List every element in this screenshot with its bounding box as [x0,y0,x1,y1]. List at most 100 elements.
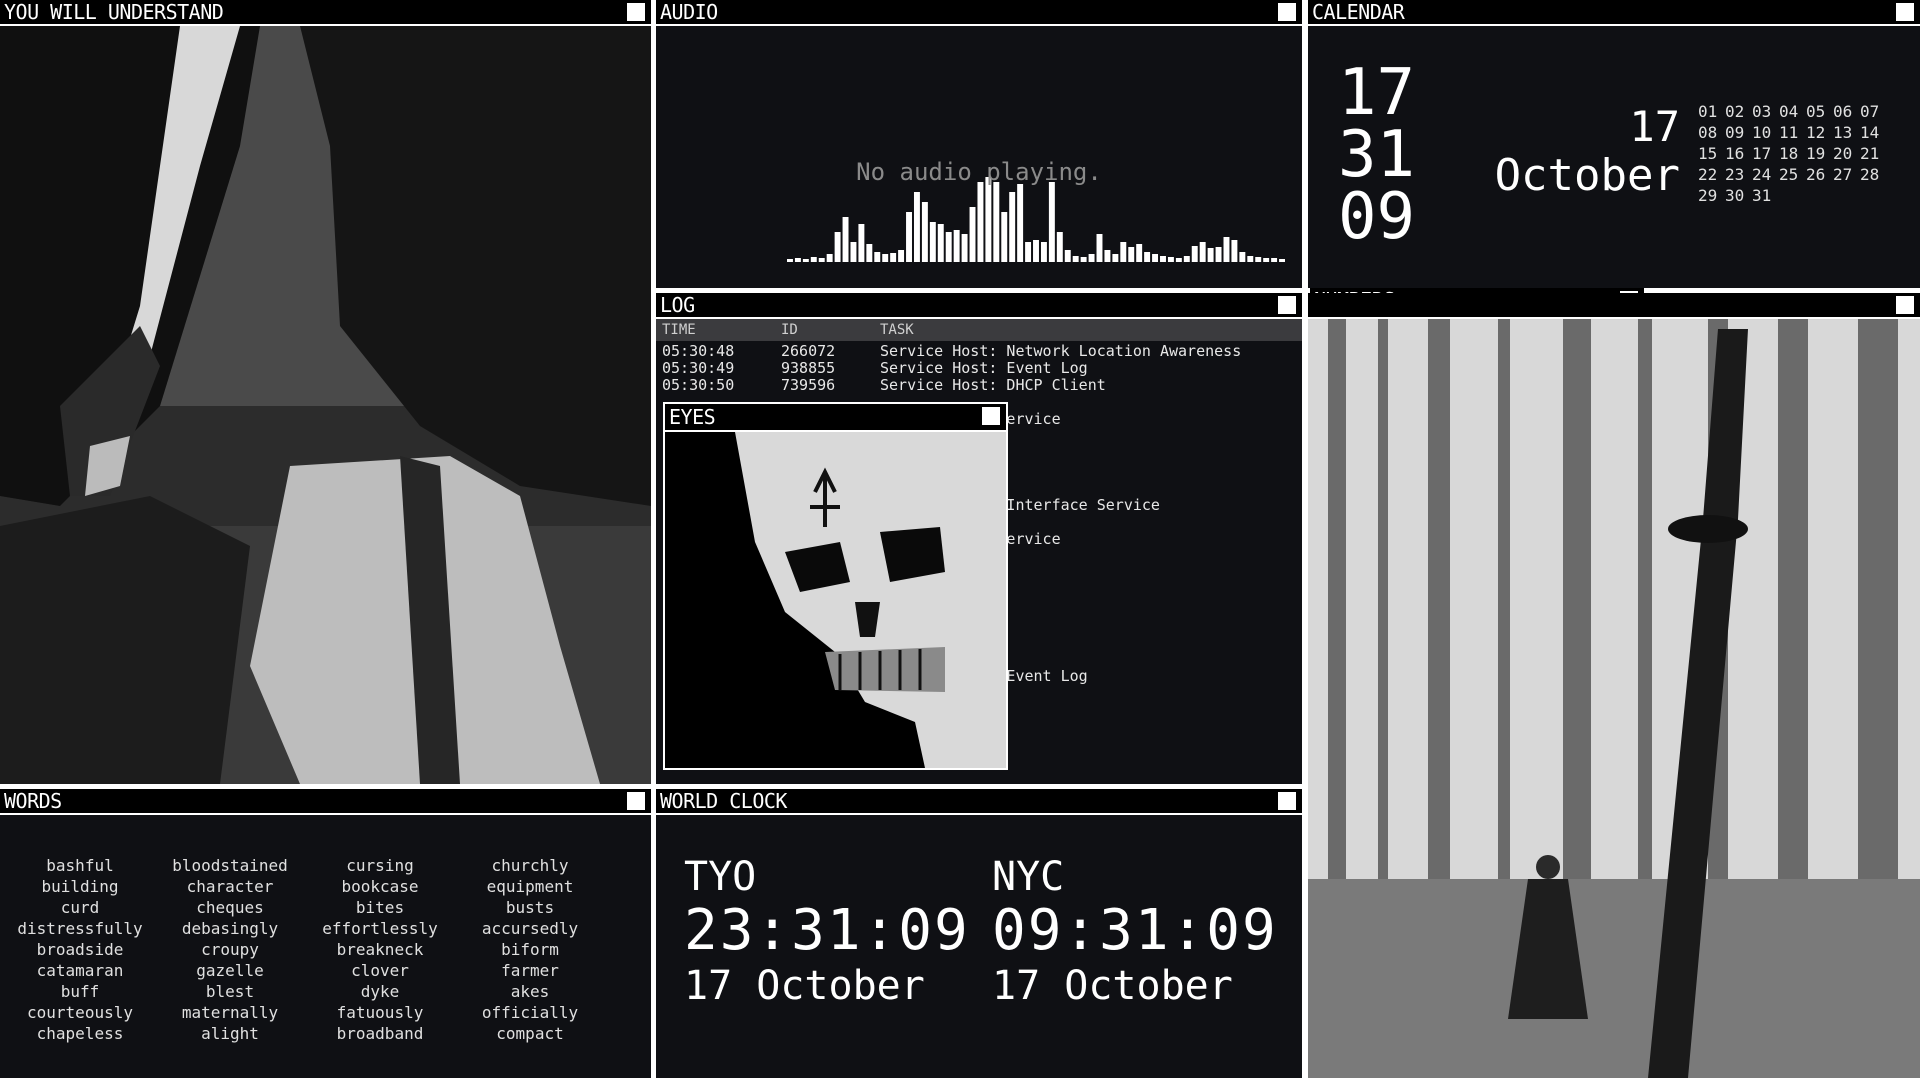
words-column: bashful building curd distressfully broadsid… [5,855,155,1044]
calendar-day-cell[interactable]: 28 [1860,164,1887,185]
close-box-icon[interactable] [1278,3,1296,21]
calendar-day-cell[interactable]: 18 [1779,143,1806,164]
calendar-day-cell[interactable]: 29 [1698,185,1725,206]
panel-title-bar[interactable]: LOG [656,293,1302,319]
close-box-icon[interactable] [1896,296,1914,314]
audio-bar [1128,247,1135,262]
calendar-days-grid: 01 02 03 04 05 06 07 08 09 10 11 12 13 14 15 16 17 18 19 20… [1698,101,1887,206]
audio-bar [993,182,1000,262]
panel-title: EYES [669,405,716,429]
calendar-day-cell[interactable]: 27 [1833,164,1860,185]
close-box-icon[interactable] [627,792,645,810]
word-item: building [41,877,119,896]
calendar-day-cell[interactable]: 07 [1860,101,1887,122]
calendar-day-cell[interactable]: 05 [1806,101,1833,122]
audio-bar [1160,256,1166,262]
words-column: churchly equipment busts accursedly biform fa… [455,855,605,1044]
audio-bar [1239,252,1246,262]
word-item: debasingly [181,919,279,938]
panel-title-bar[interactable]: WORLD CLOCK [656,789,1302,815]
panel-title-bar[interactable]: YOU WILL UNDERSTAND [0,0,651,26]
world-clock-tyo: TYO 23:31:09 17 October [684,853,970,1011]
word-item: croupy [201,940,259,959]
calendar-day-cell[interactable]: 23 [1725,164,1752,185]
word-item: farmer [501,961,559,980]
audio-bar [1072,256,1079,262]
word-item: chapeless [36,1024,124,1043]
panel-title-bar[interactable]: AUDIO [656,0,1302,26]
zone-time: 09:31:09 [992,898,1278,963]
word-item: officially [481,1003,579,1022]
forest-samurai-image [1308,319,1920,1078]
zone-code: NYC [992,854,1065,900]
word-item: blest [205,982,255,1001]
words-column: cursing bookcase bites effortlessly breaknec… [305,855,455,1044]
word-item: catamaran [36,961,124,980]
word-item: bookcase [341,877,419,896]
calendar-day-cell[interactable]: 10 [1752,122,1779,143]
calendar-day-cell[interactable]: 12 [1806,122,1833,143]
calendar-day-cell[interactable]: 03 [1752,101,1779,122]
calendar-day-cell[interactable]: 06 [1833,101,1860,122]
calendar-day-cell[interactable]: 20 [1833,143,1860,164]
calendar-day-cell[interactable]: 15 [1698,143,1725,164]
word-item: character [186,877,274,896]
calendar-day-cell[interactable]: 17 [1752,143,1779,164]
word-item: curd [60,898,100,917]
close-box-icon[interactable] [1896,3,1914,21]
calendar-day-cell[interactable]: 30 [1725,185,1752,206]
audio-bar [1263,258,1270,262]
close-box-icon[interactable] [982,407,1000,425]
panel-title-bar[interactable]: EYES [665,404,1006,432]
calendar-day-cell[interactable]: 26 [1806,164,1833,185]
calendar-day-cell[interactable]: 02 [1725,101,1752,122]
panel-world-clock: WORLD CLOCK TYO 23:31:09 17 October NYC … [656,789,1302,1078]
calendar-day-cell[interactable]: 13 [1833,122,1860,143]
audio-bar [1025,242,1032,262]
calendar-day-cell[interactable]: 22 [1698,164,1725,185]
word-item: dyke [360,982,400,1001]
calendar-day-cell[interactable]: 09 [1725,122,1752,143]
word-item: broadband [336,1024,424,1043]
audio-bar [969,207,976,262]
panel-title: WORDS [4,789,62,813]
audio-bar [1144,252,1151,262]
calendar-day-cell[interactable]: 16 [1725,143,1752,164]
panel-title-bar[interactable]: WORDS [0,789,651,815]
calendar-day-cell[interactable]: 14 [1860,122,1887,143]
panel-title: AUDIO [660,0,718,24]
word-item: bashful [46,856,114,875]
calendar-day-cell[interactable]: 01 [1698,101,1725,122]
audio-bar [937,224,944,262]
calendar-day-cell[interactable]: 19 [1806,143,1833,164]
calendar-day-cell[interactable]: 04 [1779,101,1806,122]
audio-bar [850,242,857,262]
panel-calendar: CALENDAR 17 31 09 17 October 01 02 03 04 05 0… [1308,0,1920,288]
calendar-day-cell[interactable]: 08 [1698,122,1725,143]
panel-eyes: EYES [663,402,1008,770]
word-item: courteously [27,1003,133,1022]
audio-bar [787,259,793,262]
calendar-day-cell[interactable]: 11 [1779,122,1806,143]
calendar-day-cell[interactable]: 25 [1779,164,1806,185]
panel-title-bar[interactable]: CALENDAR [1308,0,1920,26]
audio-bar [1136,244,1143,262]
audio-bar [913,192,920,262]
calendar-day-cell[interactable]: 24 [1752,164,1779,185]
world-clock-nyc: NYC 09:31:09 17 October [992,853,1278,1011]
close-box-icon[interactable] [1278,792,1296,810]
word-item: bloodstained [172,856,288,875]
audio-bar [961,234,968,262]
close-box-icon[interactable] [1278,296,1296,314]
close-box-icon[interactable] [627,3,645,21]
calendar-day-cell[interactable]: 21 [1860,143,1887,164]
audio-bar [1017,184,1024,262]
audio-bar [1255,257,1262,262]
panel-title-bar[interactable] [1308,293,1920,319]
word-item: equipment [486,877,574,896]
word-item: gazelle [196,961,264,980]
audio-bar [1096,234,1103,262]
calendar-day-cell[interactable]: 31 [1752,185,1779,206]
words-column: bloodstained character cheques debasingly cr… [155,855,305,1044]
audio-bar [1088,254,1095,262]
